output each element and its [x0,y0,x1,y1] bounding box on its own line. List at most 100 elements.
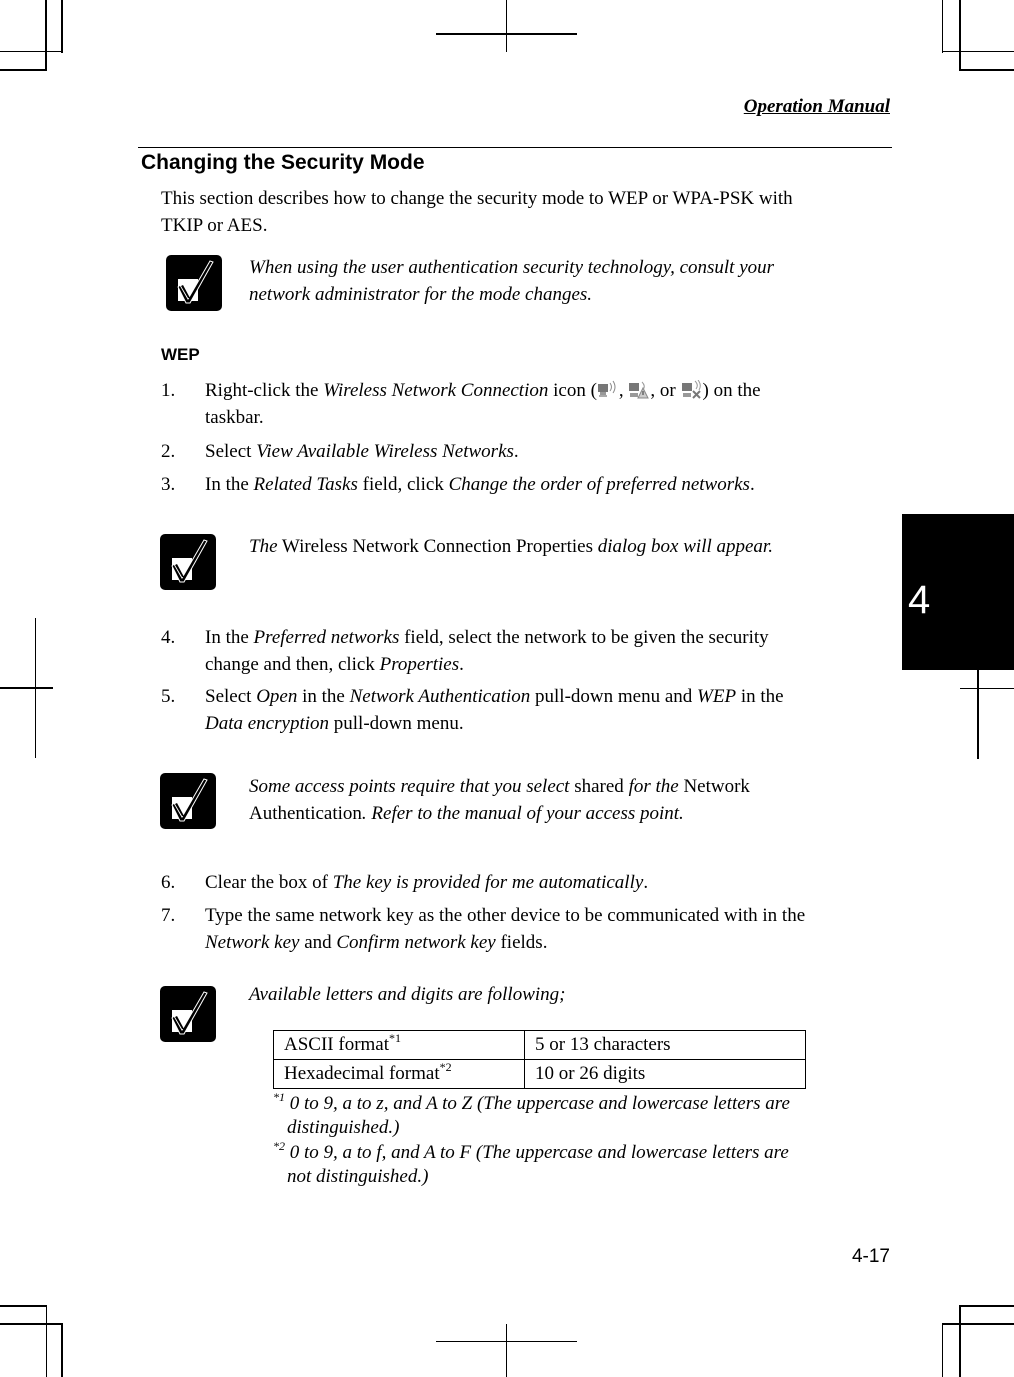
ui-term: Change the order of preferred networks [448,474,750,495]
footnote-mark: *1 [389,1031,402,1045]
ui-term: Open [256,686,298,707]
text-run: In the [205,627,254,648]
step-number: 2. [161,441,176,462]
intro-line: TKIP or AES. [161,215,268,236]
crop-mark [0,687,53,689]
header-rule [138,147,892,148]
text-run: Clear the box of [205,872,333,893]
text-run: in the [297,686,350,707]
ui-term: View Available Wireless Networks [256,441,514,462]
text-run: pull-down menu and [530,686,698,707]
table-cell-value: 10 or 26 digits [524,1059,806,1089]
crop-mark [959,1305,961,1377]
checkmark-note-icon [160,986,216,1042]
note-run: Some access points require that you sele… [249,776,575,797]
text-run: , or [650,380,681,401]
crop-mark [0,1305,47,1307]
step-text: Type the same network key as the other d… [205,902,877,956]
text-run: . [643,872,649,893]
chapter-tab: 4 [902,514,1014,670]
ui-term: Authentication [249,803,362,824]
step-number: 5. [161,686,176,707]
ui-term: Preferred networks [253,627,400,648]
table-cell-label: ASCII format*1 [273,1030,525,1060]
footnote-text: not distinguished.) [287,1166,429,1187]
note-run: The [249,536,278,557]
note-run: dialog box will appear. [597,536,773,557]
crop-mark [0,51,62,52]
cell-text: Hexadecimal format [284,1063,440,1084]
page-number: 4-17 [851,1246,890,1267]
text-run: , [618,380,629,401]
note-text: Some access points require that you sele… [249,773,869,827]
text-run: field, click [357,474,449,495]
text-run: change and then, click [205,654,380,675]
crop-mark [61,0,63,53]
text-run: Select [205,686,257,707]
footnote-text: 0 to 9, a to f, and A to F (The uppercas… [285,1142,789,1163]
crop-mark [45,0,47,71]
crop-mark [506,1324,507,1377]
note-line: network administrator for the mode chang… [249,284,593,305]
text-run: in the [736,686,784,707]
crop-mark [506,0,507,52]
crop-mark [942,1323,943,1377]
step-number: 4. [161,627,176,648]
crop-mark [942,0,943,53]
step-text: In the Related Tasks field, click Change… [205,471,877,498]
step-number: 6. [161,872,176,893]
crop-mark [61,1323,63,1377]
text-run: . [749,474,755,495]
table-cell-value: 5 or 13 characters [524,1030,806,1060]
step-number: 7. [161,905,176,926]
wireless-limited-icon [628,380,650,400]
intro-line: This section describes how to change the… [161,188,793,209]
ui-term: Data encryption [205,713,330,734]
text-run: taskbar. [205,407,264,428]
crop-mark [960,688,1014,689]
text-run: . [459,654,464,675]
ui-term: Wireless Network Connection [323,380,549,401]
ui-term: Properties [379,654,460,675]
text-run: and [299,932,337,953]
key-format-table: ASCII format*1 5 or 13 characters Hexade… [273,1030,806,1089]
table-row: Hexadecimal format*2 10 or 26 digits [273,1059,806,1089]
note-text: Available letters and digits are followi… [249,984,566,1005]
step-text: Select Open in the Network Authenticatio… [205,683,877,737]
ui-term: Wireless Network Connection Properties [277,536,598,557]
subsection-title: WEP [161,345,200,364]
ui-term: shared [574,776,624,797]
ui-term: The key is provided for me automatically [332,872,644,893]
crop-mark [960,1305,1014,1307]
text-run: ) on the [702,380,761,401]
step-text: Right-click the Wireless Network Connect… [205,377,877,431]
note-text: When using the user authentication secur… [249,254,869,308]
crop-mark [942,51,1014,52]
crop-mark [0,1323,62,1325]
text-run: Select [205,441,257,462]
crop-mark [0,69,47,71]
footnote-text: 0 to 9, a to z, and A to Z (The uppercas… [285,1093,790,1114]
ui-term: Network Authentication [349,686,531,707]
step-text: In the Preferred networks field, select … [205,624,877,678]
crop-mark [977,670,979,759]
footnote-mark: *2 [273,1139,285,1153]
wireless-connected-icon [597,380,619,400]
ui-term: Network key [205,932,300,953]
note-text: The Wireless Network Connection Properti… [249,533,869,560]
crop-mark [942,1323,1014,1325]
chapter-number: 4 [908,578,931,622]
section-intro: This section describes how to change the… [161,185,881,239]
footnote: *1 0 to 9, a to z, and A to Z (The upper… [273,1090,853,1140]
footnote-mark: *2 [439,1060,452,1074]
note-run: for the [623,776,684,797]
crop-mark [959,69,1014,71]
footnote-mark: *1 [273,1090,285,1104]
running-header: Operation Manual [743,96,890,117]
checkmark-note-icon [166,255,222,311]
section-title: Changing the Security Mode [141,151,425,174]
note-run: . Refer to the manual of your access poi… [361,803,684,824]
ui-term: Confirm network key [336,932,496,953]
ui-term: Network [683,776,750,797]
crop-mark [959,0,961,71]
